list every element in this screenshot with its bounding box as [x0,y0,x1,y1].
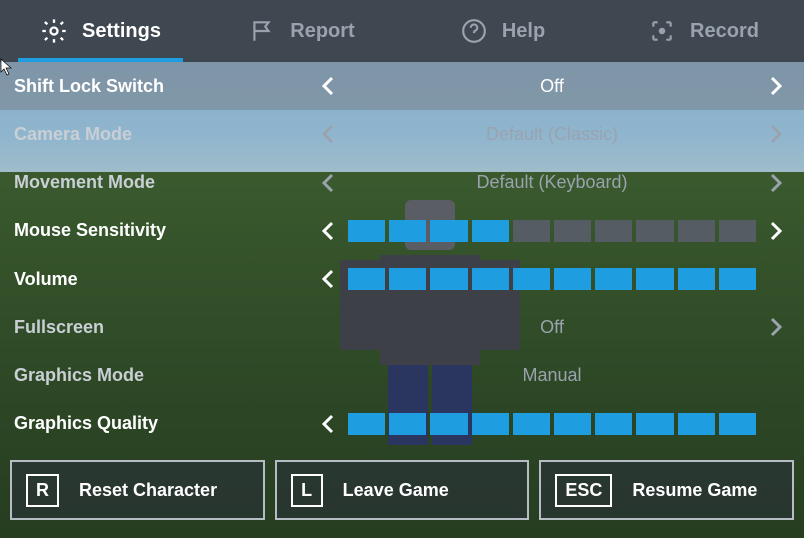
setting-label: Movement Mode [14,172,314,193]
slider-segment [430,220,467,242]
setting-value: Off [342,76,762,97]
tab-bar: Settings Report Help Record [0,0,804,62]
slider-segment [554,220,591,242]
button-label: Reset Character [79,480,217,501]
setting-label: Camera Mode [14,124,314,145]
tab-label: Report [290,20,354,43]
prev-arrow[interactable] [314,120,342,148]
slider-segment [595,413,632,435]
tab-label: Record [690,20,759,43]
setting-value: Default (Keyboard) [342,172,762,193]
slider-segment [513,220,550,242]
keycap: ESC [555,474,612,507]
flag-icon [248,17,276,45]
slider-segment [678,220,715,242]
slider-segment [636,413,673,435]
slider-segment [719,413,756,435]
slider-segment [472,268,509,290]
bottom-button-bar: R Reset Character L Leave Game ESC Resum… [0,448,804,538]
setting-value: Manual [342,365,762,386]
slider-segment [389,220,426,242]
next-arrow[interactable] [762,169,790,197]
setting-slider[interactable] [342,220,762,242]
button-label: Leave Game [343,480,449,501]
slider-segment [554,413,591,435]
setting-label: Graphics Quality [14,413,314,434]
reset-character-button[interactable]: R Reset Character [10,460,265,520]
slider-segment [513,413,550,435]
slider-segment [348,413,385,435]
setting-camera-mode: Camera Mode Default (Classic) [0,110,804,158]
keycap: R [26,474,59,507]
next-arrow[interactable] [762,72,790,100]
setting-label: Fullscreen [14,317,314,338]
setting-slider[interactable] [342,413,762,435]
slider-segment [430,268,467,290]
slider-segment [348,220,385,242]
prev-arrow[interactable] [314,217,342,245]
slider-segment [348,268,385,290]
prev-arrow[interactable] [314,265,342,293]
slider-segment [430,413,467,435]
prev-arrow[interactable] [314,72,342,100]
slider-segment [472,413,509,435]
setting-value: Off [342,317,762,338]
tab-label: Settings [82,20,161,43]
leave-game-button[interactable]: L Leave Game [275,460,530,520]
setting-fullscreen: Fullscreen Off [0,303,804,351]
slider-segment [595,220,632,242]
slider-segment [472,220,509,242]
slider-segment [719,268,756,290]
settings-list: Shift Lock Switch Off Camera Mode Defaul… [0,62,804,448]
setting-slider[interactable] [342,268,762,290]
next-arrow[interactable] [762,120,790,148]
record-icon [648,17,676,45]
setting-label: Volume [14,269,314,290]
setting-value: Default (Classic) [342,124,762,145]
tab-settings[interactable]: Settings [0,0,201,62]
setting-graphics-mode: Graphics Mode Manual [0,352,804,400]
slider-segment [678,268,715,290]
setting-volume: Volume [0,255,804,303]
keycap: L [291,474,323,507]
tab-label: Help [502,20,545,43]
slider-segment [636,220,673,242]
prev-arrow[interactable] [314,410,342,438]
setting-label: Mouse Sensitivity [14,220,314,241]
slider-segment [513,268,550,290]
setting-movement-mode: Movement Mode Default (Keyboard) [0,159,804,207]
slider-segment [678,413,715,435]
tab-report[interactable]: Report [201,0,402,62]
resume-game-button[interactable]: ESC Resume Game [539,460,794,520]
next-arrow[interactable] [762,217,790,245]
slider-segment [389,413,426,435]
tab-record[interactable]: Record [603,0,804,62]
setting-label: Graphics Mode [14,365,314,386]
next-arrow[interactable] [762,313,790,341]
slider-segment [719,220,756,242]
button-label: Resume Game [632,480,757,501]
prev-arrow[interactable] [314,169,342,197]
slider-segment [595,268,632,290]
setting-shift-lock: Shift Lock Switch Off [0,62,804,110]
tab-help[interactable]: Help [402,0,603,62]
gear-icon [40,17,68,45]
slider-segment [389,268,426,290]
help-icon [460,17,488,45]
slider-segment [636,268,673,290]
slider-segment [554,268,591,290]
cursor-icon [0,58,14,76]
setting-mouse-sensitivity: Mouse Sensitivity [0,207,804,255]
setting-graphics-quality: Graphics Quality [0,400,804,448]
setting-label: Shift Lock Switch [14,76,314,97]
